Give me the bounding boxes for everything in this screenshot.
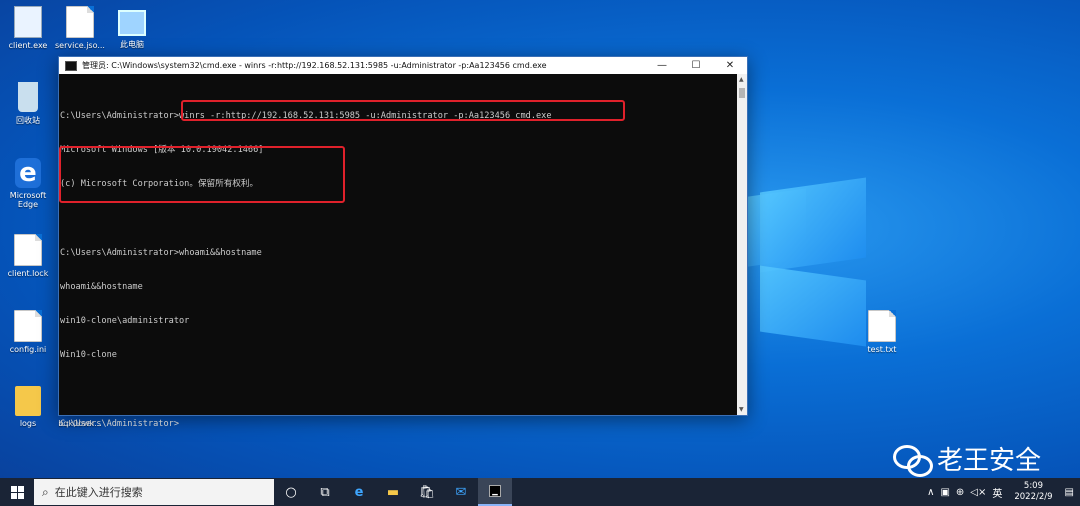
desktop-icon-label: client.lock (7, 269, 49, 278)
taskbar: ⌕ 在此键入进行搜索 ○ ⧉ e ▬ 🛍 ✉ ▁ ∧ ▣ ⊕ ◁× 英 5:09… (0, 478, 1080, 506)
taskbar-mail[interactable]: ✉ (444, 478, 478, 506)
maximize-button[interactable]: ☐ (679, 60, 713, 71)
clock-date: 2022/2/9 (1014, 492, 1053, 502)
folder-icon: ▬ (386, 484, 400, 500)
minimize-button[interactable]: — (645, 60, 679, 71)
console-line: win10-clone\administrator (60, 316, 190, 327)
document-file-icon (66, 6, 94, 38)
desktop-icon-client-exe[interactable]: client.exe (0, 6, 56, 50)
taskbar-edge[interactable]: e (342, 478, 376, 506)
close-button[interactable]: ✕ (713, 60, 747, 71)
desktop-icon-label: logs (19, 419, 37, 428)
taskbar-cmd[interactable]: ▁ (478, 478, 512, 506)
clock-time: 5:09 (1023, 481, 1043, 491)
computer-icon (118, 10, 146, 36)
clock[interactable]: 5:09 2022/2/9 (1014, 481, 1052, 503)
highlight-box-command (181, 100, 625, 121)
text-file-icon (868, 310, 896, 342)
console-output[interactable]: C:\Users\Administrator>winrs -r:http://1… (59, 74, 737, 429)
tray-security-icon[interactable]: ▣ (940, 487, 949, 498)
desktop-icon-label: service.jso... (55, 41, 105, 50)
wechat-icon (893, 444, 933, 477)
task-view-button[interactable]: ⧉ (308, 478, 342, 506)
search-icon: ⌕ (42, 484, 49, 499)
desktop-icon-this-pc[interactable]: 此电脑 (104, 6, 160, 50)
cortana-button[interactable]: ○ (274, 478, 308, 506)
console-line: C:\Users\Administrator>whoami&&hostname (60, 247, 262, 258)
input-language[interactable]: 英 (992, 485, 1002, 500)
windows-start-icon (10, 485, 24, 499)
desktop-icon-config-ini[interactable]: config.ini (0, 310, 56, 354)
exe-file-icon (14, 6, 42, 38)
watermark-text: 老王安全 (937, 446, 1042, 476)
desktop-icon-test-txt[interactable]: test.txt (854, 310, 910, 354)
desktop-icon-edge[interactable]: e Microsoft Edge (0, 158, 56, 209)
desktop-icon-label: 回收站 (16, 116, 40, 125)
volume-icon[interactable]: ◁× (970, 487, 986, 498)
cmd-app-icon (65, 60, 77, 71)
folder-icon (15, 386, 41, 416)
window-titlebar[interactable]: 管理员: C:\Windows\system32\cmd.exe - winrs… (59, 57, 747, 74)
scrollbar-thumb[interactable] (739, 88, 745, 98)
highlight-box-whoami (59, 146, 345, 203)
desktop-icon-label: client.exe (8, 41, 48, 50)
cmd-terminal-icon: ▁ (489, 485, 501, 497)
vertical-scrollbar[interactable]: ▲ ▼ (737, 74, 747, 415)
desktop-icon-label: Microsoft Edge (9, 191, 47, 209)
edge-browser-icon: e (15, 158, 41, 188)
desktop-icon-logs[interactable]: logs (0, 386, 56, 428)
settings-file-icon (14, 310, 42, 342)
window-title: 管理员: C:\Windows\system32\cmd.exe - winrs… (82, 61, 547, 70)
taskbar-file-explorer[interactable]: ▬ (376, 478, 410, 506)
desktop-icon-label: test.txt (867, 345, 897, 354)
edge-icon: e (354, 484, 364, 500)
search-placeholder: 在此键入进行搜索 (54, 486, 143, 499)
watermark: 老王安全 (893, 440, 1041, 477)
store-bag-icon: 🛍 (418, 484, 436, 500)
taskbar-store[interactable]: 🛍 (410, 478, 444, 506)
start-button[interactable] (0, 478, 34, 506)
taskbar-search-box[interactable]: ⌕ 在此键入进行搜索 (34, 479, 274, 505)
scroll-up-icon[interactable]: ▲ (739, 76, 744, 83)
recycle-bin-icon (18, 82, 38, 112)
desktop-icon-client-lock[interactable]: client.lock (0, 234, 56, 278)
desktop-icon-service-json[interactable]: service.jso... (52, 6, 108, 50)
console-line: Win10-clone (60, 350, 117, 361)
notification-center-icon[interactable]: ▤ (1065, 487, 1074, 498)
task-view-icon: ⧉ (320, 484, 330, 500)
document-file-icon (14, 234, 42, 266)
mail-icon: ✉ (455, 484, 467, 500)
console-line: whoami&&hostname (60, 281, 143, 292)
desktop-icon-label: config.ini (9, 345, 47, 354)
system-tray: ∧ ▣ ⊕ ◁× 英 5:09 2022/2/9 ▤ (927, 481, 1080, 503)
cortana-circle-icon: ○ (285, 484, 297, 500)
desktop-icon-label: 此电脑 (120, 40, 144, 49)
console-prompt[interactable]: C:\Users\Administrator> (60, 419, 737, 430)
scroll-down-icon[interactable]: ▼ (739, 406, 744, 413)
desktop-icon-recycle-bin[interactable]: 回收站 (0, 82, 56, 126)
cmd-window[interactable]: 管理员: C:\Windows\system32\cmd.exe - winrs… (58, 56, 748, 429)
network-globe-icon[interactable]: ⊕ (956, 487, 964, 498)
tray-overflow-chevron-icon[interactable]: ∧ (927, 487, 934, 498)
